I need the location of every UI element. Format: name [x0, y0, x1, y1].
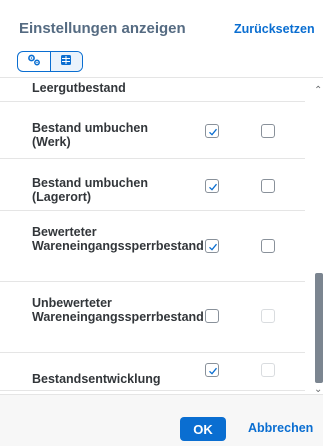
segment-columns[interactable]: [49, 52, 82, 71]
table-columns-icon: [60, 53, 72, 71]
settings-list: Leergutbestand Bestand umbuchen (Werk) B…: [0, 78, 323, 394]
checkbox-column-2: [261, 309, 275, 323]
scroll-down-icon[interactable]: ⌄: [314, 384, 322, 394]
ok-button[interactable]: OK: [180, 417, 226, 441]
checkbox-column-1[interactable]: [205, 124, 219, 138]
list-item: Bestand umbuchen (Lagerort): [0, 159, 305, 211]
checkbox-column-1[interactable]: [205, 309, 219, 323]
checkbox-column-2[interactable]: [261, 179, 275, 193]
list-item: Bestand umbuchen (Werk): [0, 102, 305, 159]
checkbox-column-1[interactable]: [205, 179, 219, 193]
segment-settings[interactable]: [18, 52, 50, 71]
list-item: Leergutbestand: [0, 78, 305, 102]
row-label: Bestand umbuchen (Werk): [32, 121, 148, 149]
row-label: Bewerteter Wareneingangssperrbestand: [32, 225, 204, 253]
checkbox-column-1[interactable]: [205, 363, 219, 377]
dialog-title: Einstellungen anzeigen: [19, 20, 186, 37]
list-item: Bestandsentwicklung: [0, 353, 305, 391]
dialog-header: Einstellungen anzeigen Zurücksetzen: [0, 0, 323, 78]
row-label: Leergutbestand: [32, 81, 126, 95]
list-item: Bewerteter Wareneingangssperrbestand: [0, 211, 305, 282]
reset-button[interactable]: Zurücksetzen: [234, 22, 315, 36]
scrollbar-thumb[interactable]: [315, 273, 323, 383]
row-label: Bestandsentwicklung: [32, 372, 161, 386]
list-item: Unbewerteter Wareneingangssperrbestand: [0, 282, 305, 353]
checkbox-column-2: [261, 363, 275, 377]
scroll-up-icon[interactable]: ⌃: [314, 85, 322, 96]
row-label: Bestand umbuchen (Lagerort): [32, 176, 148, 204]
checkbox-column-2[interactable]: [261, 239, 275, 253]
settings-gears-icon: [27, 53, 41, 71]
checkbox-column-2[interactable]: [261, 124, 275, 138]
view-segmented-button: [17, 51, 83, 72]
checkbox-column-1[interactable]: [205, 239, 219, 253]
dialog-footer: OK Abbrechen: [0, 394, 323, 446]
cancel-button[interactable]: Abbrechen: [248, 421, 313, 435]
row-label: Unbewerteter Wareneingangssperrbestand: [32, 296, 204, 324]
